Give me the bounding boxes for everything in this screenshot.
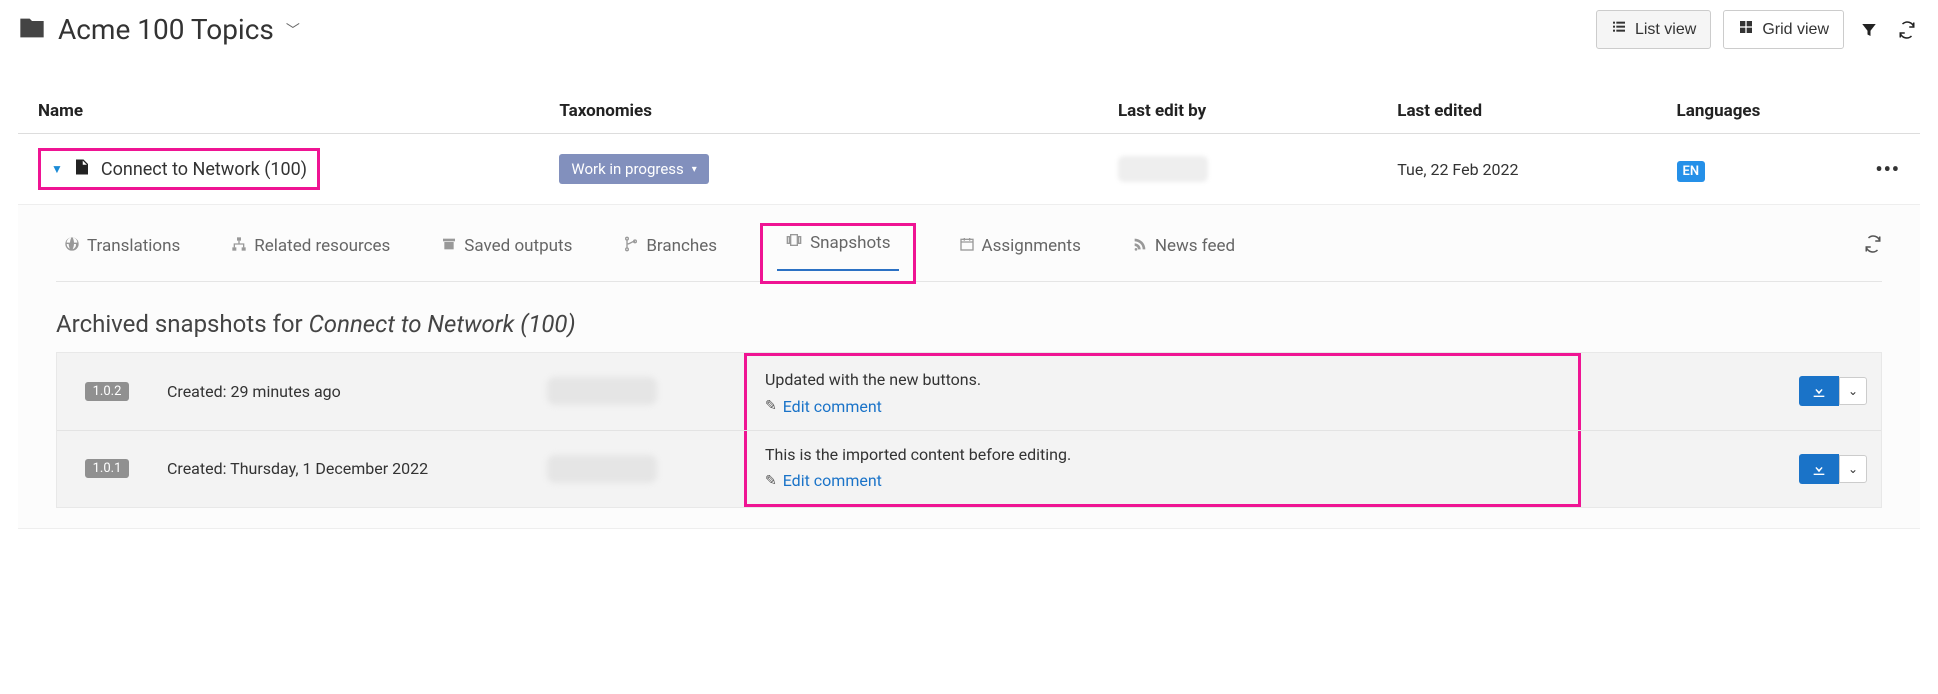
- last-edited-value: Tue, 22 Feb 2022: [1397, 160, 1676, 179]
- tab-label: Snapshots: [810, 233, 890, 253]
- archive-icon: [441, 236, 457, 257]
- tab-label: Related resources: [254, 236, 390, 256]
- folder-icon: [18, 14, 46, 46]
- status-dropdown[interactable]: Work in progress ▾: [559, 154, 708, 184]
- archived-snapshots-heading: Archived snapshots for Connect to Networ…: [56, 310, 1882, 338]
- sitemap-icon: [231, 236, 247, 257]
- snapshot-comment: Updated with the new buttons.: [765, 370, 1560, 389]
- snapshot-row: 1.0.1 Created: Thursday, 1 December 2022…: [57, 431, 1881, 508]
- list-view-button[interactable]: List view: [1596, 10, 1711, 49]
- snapshot-row: 1.0.2 Created: 29 minutes ago Updated wi…: [57, 353, 1881, 431]
- rss-icon: [1132, 236, 1148, 257]
- snapshots-table: 1.0.2 Created: 29 minutes ago Updated wi…: [56, 352, 1882, 508]
- snapshots-icon: [785, 232, 803, 253]
- chevron-down-icon: ▾: [692, 164, 697, 175]
- edit-comment-label: Edit comment: [783, 471, 882, 490]
- tab-translations[interactable]: Translations: [56, 232, 188, 273]
- tab-label: Branches: [646, 236, 717, 256]
- translations-icon: [64, 236, 80, 257]
- tab-branches[interactable]: Branches: [615, 232, 725, 273]
- branch-icon: [623, 236, 639, 257]
- tab-label: Assignments: [982, 236, 1081, 256]
- col-taxonomies[interactable]: Taxonomies: [559, 101, 1118, 121]
- document-icon: [73, 157, 91, 181]
- col-last-edited[interactable]: Last edited: [1397, 101, 1676, 121]
- breadcrumb-title: Acme 100 Topics: [58, 13, 274, 46]
- panel-refresh-button[interactable]: [1864, 235, 1882, 269]
- tab-saved-outputs[interactable]: Saved outputs: [433, 232, 580, 273]
- archived-prefix: Archived snapshots for: [56, 310, 309, 338]
- grid-view-button[interactable]: Grid view: [1723, 10, 1844, 49]
- tab-related-resources[interactable]: Related resources: [223, 232, 398, 273]
- filter-button[interactable]: [1856, 17, 1882, 43]
- download-button[interactable]: [1799, 376, 1839, 406]
- language-badge[interactable]: EN: [1677, 161, 1706, 182]
- version-badge: 1.0.1: [85, 459, 130, 478]
- edit-comment-link[interactable]: ✎ Edit comment: [765, 471, 882, 490]
- chevron-down-icon[interactable]: ﹀: [286, 20, 300, 40]
- col-name[interactable]: Name: [38, 101, 559, 121]
- pencil-icon: ✎: [765, 398, 777, 414]
- snapshot-user: [547, 377, 657, 405]
- last-edit-by-value: [1118, 156, 1208, 182]
- download-button[interactable]: [1799, 454, 1839, 484]
- tab-label: Translations: [87, 236, 180, 256]
- more-menu-button[interactable]: •••: [1875, 157, 1900, 181]
- tabs-bar: Translations Related resources Saved out…: [56, 205, 1882, 282]
- col-languages[interactable]: Languages: [1677, 101, 1826, 121]
- doc-name-highlight: ▼ Connect to Network (100): [38, 148, 320, 190]
- document-title[interactable]: Connect to Network (100): [101, 159, 307, 180]
- snapshot-created: Created: Thursday, 1 December 2022: [157, 431, 537, 508]
- col-last-edit-by[interactable]: Last edit by: [1118, 101, 1397, 121]
- tab-snapshots[interactable]: Snapshots: [777, 228, 898, 271]
- comment-highlight: Updated with the new buttons. ✎ Edit com…: [744, 353, 1581, 430]
- grid-icon: [1738, 19, 1754, 40]
- document-row: ▼ Connect to Network (100) Work in progr…: [18, 134, 1920, 205]
- archived-doc-name: Connect to Network (100): [309, 310, 576, 338]
- breadcrumb[interactable]: Acme 100 Topics ﹀: [18, 13, 300, 46]
- header-actions: List view Grid view: [1596, 10, 1920, 49]
- snapshot-comment: This is the imported content before edit…: [765, 445, 1560, 464]
- version-badge: 1.0.2: [85, 382, 130, 401]
- refresh-button[interactable]: [1894, 17, 1920, 43]
- expand-toggle[interactable]: ▼: [51, 162, 63, 176]
- expanded-panel: Translations Related resources Saved out…: [18, 205, 1920, 529]
- edit-comment-link[interactable]: ✎ Edit comment: [765, 397, 882, 416]
- header-bar: Acme 100 Topics ﹀ List view Grid view: [18, 10, 1920, 49]
- tab-label: News feed: [1155, 236, 1235, 256]
- table-header: Name Taxonomies Last edit by Last edited…: [18, 89, 1920, 134]
- snapshot-created: Created: 29 minutes ago: [157, 353, 537, 430]
- pencil-icon: ✎: [765, 473, 777, 489]
- download-caret[interactable]: ⌄: [1839, 377, 1867, 405]
- comment-highlight: This is the imported content before edit…: [744, 431, 1581, 508]
- tab-label: Saved outputs: [464, 236, 572, 256]
- edit-comment-label: Edit comment: [783, 397, 882, 416]
- tab-assignments[interactable]: Assignments: [951, 232, 1089, 273]
- download-caret[interactable]: ⌄: [1839, 455, 1867, 483]
- list-view-label: List view: [1635, 21, 1696, 39]
- calendar-icon: [959, 236, 975, 257]
- snapshots-highlight: Snapshots: [760, 223, 915, 284]
- snapshot-user: [547, 455, 657, 483]
- list-icon: [1611, 19, 1627, 40]
- grid-view-label: Grid view: [1762, 21, 1829, 39]
- status-label: Work in progress: [571, 160, 683, 178]
- tab-news-feed[interactable]: News feed: [1124, 232, 1243, 273]
